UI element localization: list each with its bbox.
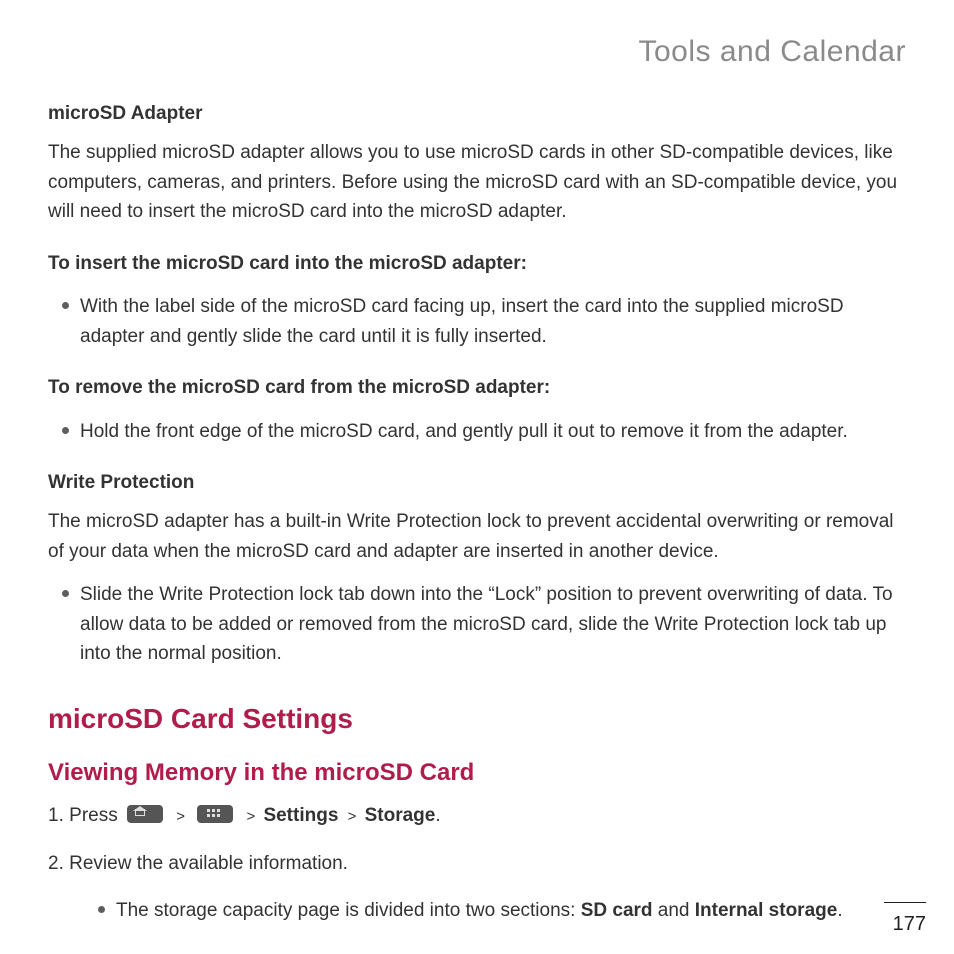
list-item: Hold the front edge of the microSD card,… — [62, 417, 906, 446]
step-number — [48, 853, 69, 874]
sub-text: The storage capacity page is divided int… — [116, 900, 581, 921]
step-1: Press > > Settings > Storage. — [48, 801, 906, 830]
page-number-block: 177 — [884, 902, 926, 936]
steps-list: Press > > Settings > Storage. Review the… — [48, 801, 906, 925]
page: Tools and Calendar microSD Adapter The s… — [0, 0, 954, 954]
separator: > — [243, 808, 264, 825]
step-text: Review the available information. — [69, 853, 348, 874]
storage-label: Storage — [365, 805, 436, 826]
list-remove: Hold the front edge of the microSD card,… — [48, 417, 906, 446]
heading-microsd-adapter: microSD Adapter — [48, 99, 906, 128]
list-item: The storage capacity page is divided int… — [98, 896, 906, 925]
apps-icon — [197, 805, 233, 823]
internal-storage-label: Internal storage — [695, 900, 838, 921]
sub-text: and — [653, 900, 695, 921]
home-icon — [127, 805, 163, 823]
period: . — [837, 900, 842, 921]
separator: > — [344, 808, 365, 825]
heading-insert: To insert the microSD card into the micr… — [48, 249, 906, 278]
page-number: 177 — [893, 913, 926, 935]
sub-list: The storage capacity page is divided int… — [48, 896, 906, 925]
heading-remove: To remove the microSD card from the micr… — [48, 373, 906, 402]
step-text: Press — [69, 805, 123, 826]
page-title: Tools and Calendar — [48, 35, 906, 69]
heading-write-protection: Write Protection — [48, 468, 906, 497]
content-body: microSD Adapter The supplied microSD ada… — [48, 99, 906, 925]
step-2: Review the available information. The st… — [48, 849, 906, 926]
page-number-line — [884, 902, 926, 903]
para-write-protection: The microSD adapter has a built-in Write… — [48, 507, 906, 566]
list-item: Slide the Write Protection lock tab down… — [62, 580, 906, 668]
para-adapter-intro: The supplied microSD adapter allows you … — [48, 138, 906, 226]
step-number — [48, 805, 69, 826]
separator: > — [172, 808, 193, 825]
settings-label: Settings — [263, 805, 338, 826]
heading-microsd-settings: microSD Card Settings — [48, 697, 906, 740]
list-write-protection: Slide the Write Protection lock tab down… — [48, 580, 906, 668]
sd-card-label: SD card — [581, 900, 653, 921]
list-insert: With the label side of the microSD card … — [48, 292, 906, 351]
heading-viewing-memory: Viewing Memory in the microSD Card — [48, 754, 906, 791]
period: . — [435, 805, 440, 826]
list-item: With the label side of the microSD card … — [62, 292, 906, 351]
